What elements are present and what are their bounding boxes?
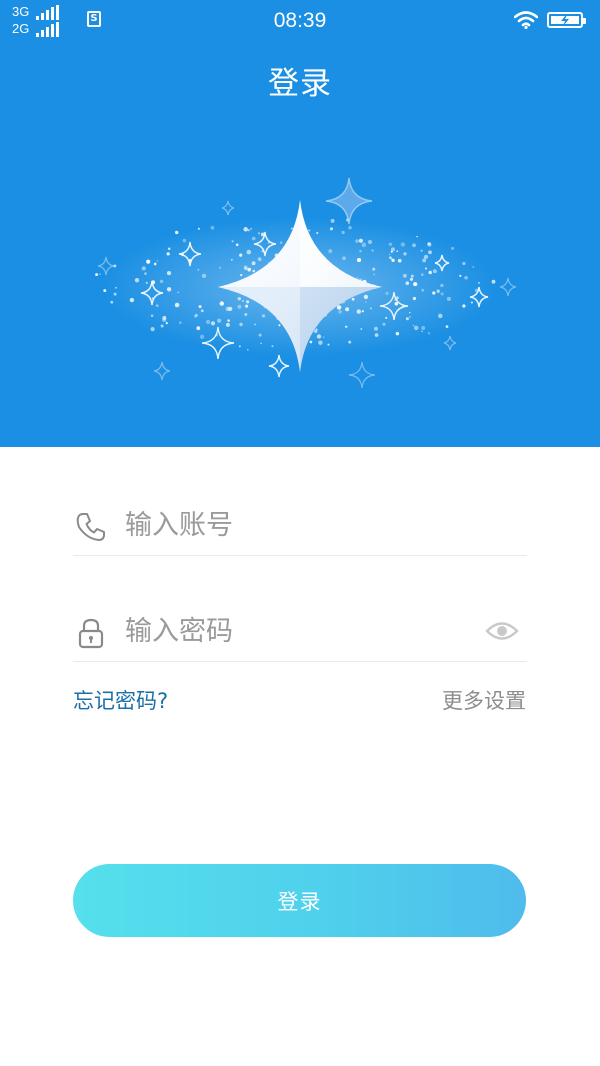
forgot-password-link[interactable]: 忘记密码? <box>73 685 168 715</box>
login-button[interactable]: 登录 <box>73 864 526 937</box>
header: 3G 2G S 08:39 登录 <box>0 0 600 447</box>
phone-icon <box>76 513 105 541</box>
status-bar: 3G 2G S 08:39 <box>0 0 600 42</box>
status-time: 08:39 <box>273 9 327 32</box>
account-field <box>73 495 527 556</box>
password-field <box>73 601 527 662</box>
password-input[interactable] <box>125 613 465 649</box>
sparkle-star-icon <box>95 177 517 389</box>
lock-icon <box>78 618 104 649</box>
wifi-icon <box>514 11 538 29</box>
account-input[interactable] <box>125 507 465 543</box>
eye-icon[interactable] <box>485 619 519 643</box>
more-settings-link[interactable]: 更多设置 <box>442 685 526 715</box>
page-title: 登录 <box>268 66 332 102</box>
battery-icon <box>547 12 586 28</box>
